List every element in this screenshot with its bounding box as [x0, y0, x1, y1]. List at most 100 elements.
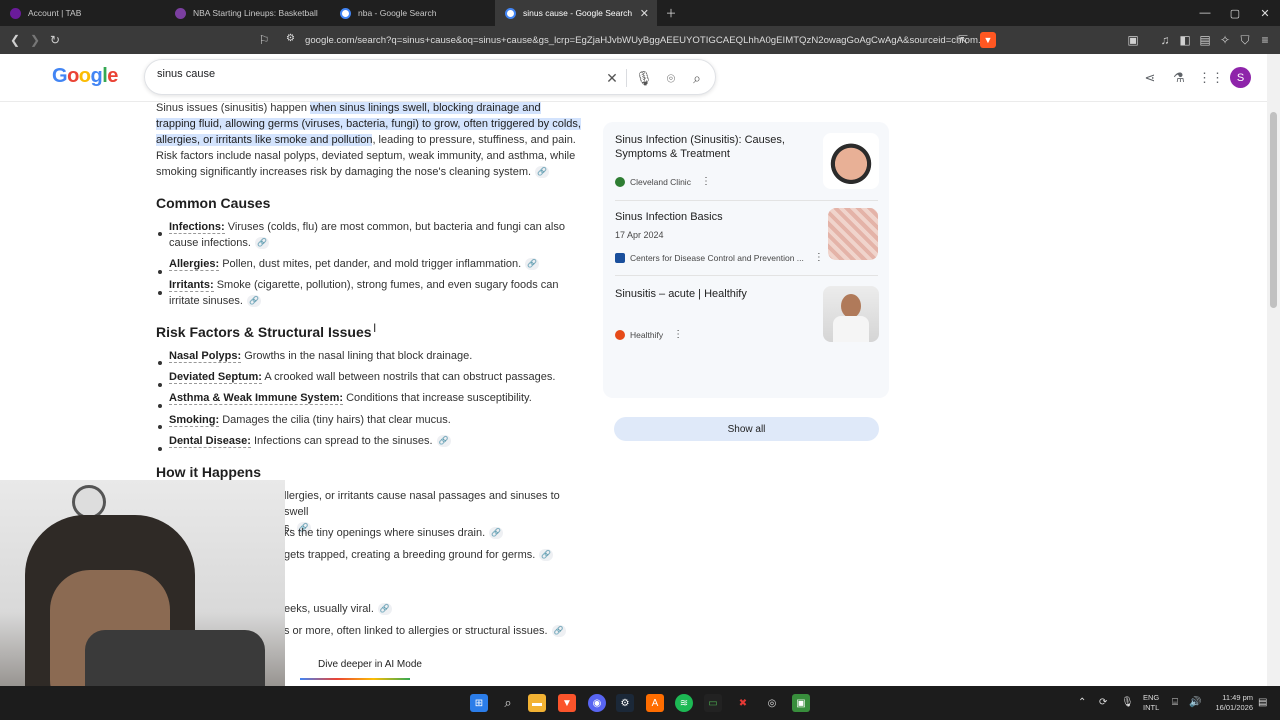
- start-icon[interactable]: ⊞: [470, 694, 488, 712]
- file-explorer-icon[interactable]: ▬: [528, 694, 546, 712]
- source-date: 17 Apr 2024: [615, 230, 664, 240]
- site-info-icon[interactable]: ⚙: [286, 33, 295, 44]
- terminal-icon[interactable]: ▭: [704, 694, 722, 712]
- share-icon[interactable]: ⋖: [1142, 70, 1158, 86]
- link-icon[interactable]: 🔗: [535, 166, 550, 179]
- close-window-icon[interactable]: ✕: [1250, 0, 1280, 26]
- list-item: Allergies: Pollen, dust mites, pet dande…: [169, 256, 569, 272]
- app-x-icon[interactable]: ✖: [734, 694, 752, 712]
- bullet: [158, 270, 162, 274]
- link-icon[interactable]: 🔗: [539, 549, 554, 562]
- webcam-overlay: [0, 480, 285, 720]
- voice-search-icon[interactable]: 🎙: [635, 69, 653, 87]
- tab-strip: Account | TAB NBA Starting Lineups: Bask…: [0, 0, 1280, 26]
- link-icon[interactable]: 🔗: [525, 258, 540, 271]
- forward-icon[interactable]: ❯: [27, 32, 43, 48]
- spotify-icon[interactable]: ≋: [675, 694, 693, 712]
- leo-ai-icon[interactable]: ✧: [1217, 32, 1233, 48]
- healthify-icon: [615, 329, 625, 340]
- bullet: [158, 291, 162, 295]
- clear-search-icon[interactable]: ✕: [603, 69, 621, 87]
- notification-icon[interactable]: ▤: [1258, 697, 1267, 708]
- brave-icon[interactable]: ▼: [558, 694, 576, 712]
- app-a-icon[interactable]: A: [646, 694, 664, 712]
- show-all-button[interactable]: Show all: [614, 417, 879, 441]
- search-input[interactable]: [157, 68, 577, 80]
- cdc-icon: [615, 252, 625, 263]
- lens-search-icon[interactable]: ⌾: [662, 69, 680, 87]
- labs-icon[interactable]: ⚗: [1171, 70, 1187, 86]
- system-clock[interactable]: 11:49 pm 16/01/2026: [1205, 693, 1253, 713]
- sources-panel: Sinus Infection (Sinusitis): Causes, Sym…: [603, 122, 889, 441]
- link-icon[interactable]: 🔗: [489, 527, 504, 540]
- maximize-icon[interactable]: ▢: [1220, 0, 1250, 26]
- menu-icon[interactable]: ≡: [1257, 32, 1273, 48]
- sinus-anatomy-image[interactable]: [828, 208, 878, 260]
- tab-nba-search[interactable]: nba - Google Search: [330, 0, 495, 26]
- steam-icon[interactable]: ⚙: [616, 694, 634, 712]
- bullet: [158, 404, 162, 408]
- bullet: [158, 232, 162, 236]
- source-title[interactable]: Sinusitis – acute | Healthify: [615, 288, 805, 302]
- more-options-icon[interactable]: ⋮: [814, 252, 824, 263]
- tab-nba-lineups[interactable]: NBA Starting Lineups: Basketball Dai: [165, 0, 330, 26]
- tab-account-tab[interactable]: Account | TAB: [0, 0, 165, 26]
- bookmark-icon[interactable]: ⚐: [256, 32, 272, 48]
- list-item: gets trapped, creating a breeding ground…: [284, 547, 584, 563]
- back-icon[interactable]: ❮: [7, 32, 23, 48]
- source-site[interactable]: Centers for Disease Control and Preventi…: [615, 252, 824, 263]
- brave-shield-icon[interactable]: ▼: [980, 32, 996, 48]
- list-item: Infections: Viruses (colds, flu) are mos…: [169, 221, 565, 250]
- more-options-icon[interactable]: ⋮: [673, 329, 683, 340]
- new-tab-icon[interactable]: ＋: [656, 0, 686, 26]
- face-illustration-image[interactable]: [823, 133, 879, 189]
- bullet: [158, 447, 162, 451]
- source-site[interactable]: Cleveland Clinic ⋮: [615, 176, 711, 187]
- tab-favicon: [10, 7, 21, 19]
- ai-mode-button[interactable]: Dive deeper in AI Mode: [318, 659, 422, 670]
- share-page-icon[interactable]: ⇱: [955, 32, 971, 48]
- apps-grid-icon[interactable]: ⋮⋮: [1198, 70, 1224, 86]
- avatar[interactable]: S: [1230, 67, 1251, 88]
- media-icon[interactable]: ♫: [1157, 32, 1173, 48]
- more-options-icon[interactable]: ⋮: [701, 176, 711, 187]
- divider: [615, 200, 878, 201]
- wall-clock-image: [72, 485, 106, 519]
- vpn-icon[interactable]: ⛉: [1237, 32, 1253, 48]
- source-title[interactable]: Sinus Infection Basics: [615, 211, 805, 225]
- search-box[interactable]: ✕ 🎙 ⌾ ⌕: [144, 59, 716, 95]
- language-indicator[interactable]: ENG INTL: [1143, 693, 1159, 713]
- person-photo-image[interactable]: [823, 286, 879, 342]
- source-title[interactable]: Sinus Infection (Sinusitis): Causes, Sym…: [615, 134, 805, 161]
- link-icon[interactable]: 🔗: [436, 435, 451, 448]
- link-icon[interactable]: 🔗: [254, 237, 269, 250]
- heading-how-it-happens: How it Happens: [156, 464, 262, 480]
- source-site[interactable]: Healthify ⋮: [615, 329, 683, 340]
- link-icon[interactable]: 🔗: [377, 603, 392, 616]
- link-icon[interactable]: 🔗: [246, 295, 261, 308]
- mic-icon[interactable]: 🎙: [1121, 697, 1134, 708]
- address-bar[interactable]: ⚙ google.com/search?q=sinus+cause&oq=sin…: [280, 29, 1000, 51]
- sidebar-icon[interactable]: ◧: [1177, 32, 1193, 48]
- screenshot-icon[interactable]: ▣: [1125, 32, 1141, 48]
- app-record-icon[interactable]: ◎: [763, 694, 781, 712]
- tray-expand-icon[interactable]: ⌃: [1078, 697, 1086, 708]
- scrollbar-thumb[interactable]: [1270, 112, 1277, 308]
- tab-sinus-search[interactable]: sinus cause - Google Search ✕: [495, 0, 657, 26]
- reload-icon[interactable]: ↻: [47, 32, 63, 48]
- google-logo[interactable]: Google: [52, 65, 118, 88]
- wallet-icon[interactable]: ▤: [1197, 32, 1213, 48]
- search-taskbar-icon[interactable]: ⌕: [499, 694, 517, 712]
- list-item: ks the tiny openings where sinuses drain…: [284, 525, 584, 541]
- network-icon[interactable]: ⌸: [1172, 697, 1178, 708]
- link-icon[interactable]: 🔗: [551, 625, 566, 638]
- page-scrollbar[interactable]: [1267, 54, 1280, 686]
- list-item: Asthma & Weak Immune System: Conditions …: [169, 392, 532, 405]
- discord-icon[interactable]: ◉: [588, 694, 606, 712]
- search-icon[interactable]: ⌕: [688, 69, 706, 87]
- sync-icon[interactable]: ⟳: [1099, 697, 1107, 708]
- close-tab-icon[interactable]: ✕: [640, 7, 649, 20]
- app-green-icon[interactable]: ▣: [792, 694, 810, 712]
- volume-icon[interactable]: 🔊: [1189, 697, 1201, 708]
- minimize-icon[interactable]: —: [1190, 0, 1220, 26]
